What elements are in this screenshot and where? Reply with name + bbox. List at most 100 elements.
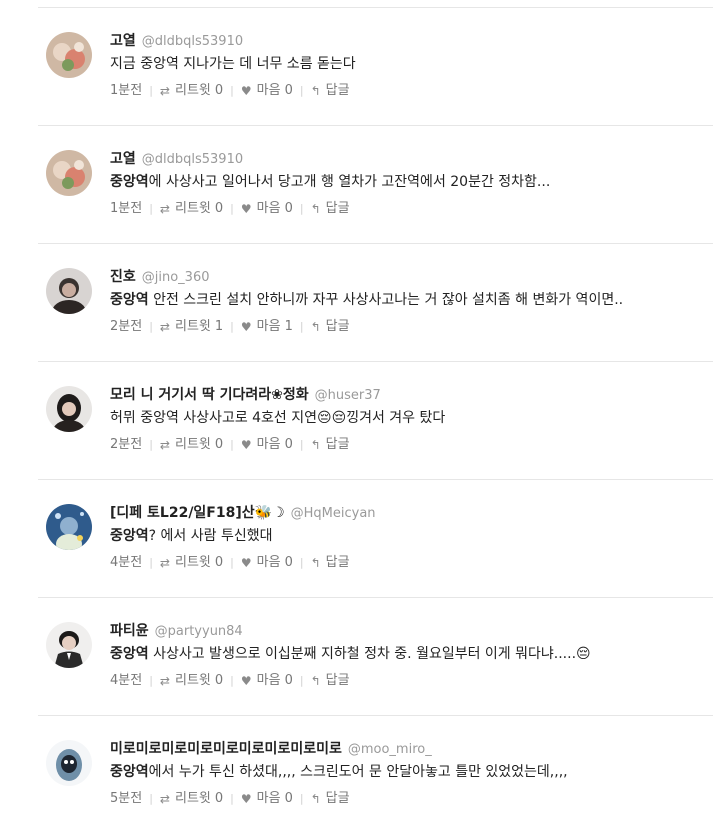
reply-button[interactable]: ↰ 답글 [311, 200, 350, 218]
reply-arrow-icon: ↰ [310, 556, 321, 570]
tweet-actions: 1분전 | ⇄ 리트윗 0 | ♥ 마음 0 | ↰ 답글 [110, 200, 709, 218]
reply-button[interactable]: ↰ 답글 [311, 318, 350, 336]
timestamp[interactable]: 2분전 [110, 318, 142, 336]
like-button[interactable]: ♥ 마음 0 [241, 554, 293, 572]
reply-button[interactable]: ↰ 답글 [311, 554, 350, 572]
like-button[interactable]: ♥ 마음 0 [241, 200, 293, 218]
retweet-icon: ⇄ [159, 556, 170, 570]
tweet-text: 중앙역에서 누가 투신 하셨대,,,, 스크린도어 문 안달아놓고 틀만 있었었… [110, 762, 709, 782]
avatar[interactable] [46, 504, 92, 550]
divider: | [149, 84, 153, 97]
retweet-button[interactable]: ⇄ 리트윗 0 [160, 436, 223, 454]
reply-button[interactable]: ↰ 답글 [311, 790, 350, 808]
retweet-button[interactable]: ⇄ 리트윗 1 [160, 318, 223, 336]
retweet-icon: ⇄ [159, 438, 170, 452]
tweet-text-rest: ? 에서 사람 투신했대 [148, 528, 273, 544]
heart-icon: ♥ [240, 84, 252, 98]
tweet-text-rest: 지금 중앙역 지나가는 데 너무 소름 돋는다 [110, 56, 356, 72]
tweet-feed: 고열 @dldbqls53910 지금 중앙역 지나가는 데 너무 소름 돋는다 … [0, 0, 713, 824]
heart-icon: ♥ [240, 320, 252, 334]
reply-arrow-icon: ↰ [310, 438, 321, 452]
tweet-item: 진호 @jino_360 중앙역 안전 스크린 설치 안하니까 자꾸 사상사고나는… [38, 244, 713, 362]
divider: | [230, 792, 234, 805]
tweet-item: 고열 @dldbqls53910 지금 중앙역 지나가는 데 너무 소름 돋는다 … [38, 8, 713, 126]
divider: | [230, 202, 234, 215]
reply-button[interactable]: ↰ 답글 [311, 672, 350, 690]
divider: | [299, 792, 304, 805]
tweet-actions: 1분전 | ⇄ 리트윗 0 | ♥ 마음 0 | ↰ 답글 [110, 82, 709, 100]
user-handle[interactable]: @jino_360 [142, 270, 210, 285]
user-name[interactable]: 미로미로미로미로미로미로미로미로미로 [110, 741, 342, 757]
retweet-button[interactable]: ⇄ 리트윗 0 [160, 554, 223, 572]
retweet-button[interactable]: ⇄ 리트윗 0 [160, 82, 223, 100]
heart-icon: ♥ [240, 438, 252, 452]
timestamp[interactable]: 4분전 [110, 672, 142, 690]
timestamp[interactable]: 1분전 [110, 82, 142, 100]
reply-arrow-icon: ↰ [310, 674, 321, 688]
divider: | [299, 674, 304, 687]
user-handle[interactable]: @HqMeicyan [291, 506, 376, 521]
divider: | [230, 438, 234, 451]
retweet-button[interactable]: ⇄ 리트윗 0 [160, 200, 223, 218]
avatar[interactable] [46, 740, 92, 786]
avatar[interactable] [46, 386, 92, 432]
timestamp[interactable]: 5분전 [110, 790, 142, 808]
heart-icon: ♥ [240, 674, 252, 688]
like-button[interactable]: ♥ 마음 1 [241, 318, 293, 336]
retweet-button[interactable]: ⇄ 리트윗 0 [160, 790, 223, 808]
user-handle[interactable]: @dldbqls53910 [142, 152, 243, 167]
like-count: 0 [284, 791, 293, 806]
divider: | [299, 84, 304, 97]
like-button[interactable]: ♥ 마음 0 [241, 82, 293, 100]
tweet-actions: 2분전 | ⇄ 리트윗 0 | ♥ 마음 0 | ↰ 답글 [110, 436, 709, 454]
user-name[interactable]: [디페 토L22/일F18]산🐝☽ [110, 505, 285, 521]
like-button[interactable]: ♥ 마음 0 [241, 790, 293, 808]
like-count: 1 [284, 319, 293, 334]
avatar[interactable] [46, 268, 92, 314]
tweet-item: 미로미로미로미로미로미로미로미로미로 @moo_miro_ 중앙역에서 누가 투신… [38, 716, 713, 834]
like-button[interactable]: ♥ 마음 0 [241, 672, 293, 690]
retweet-count: 0 [214, 673, 224, 688]
like-count: 0 [284, 201, 293, 216]
reply-button[interactable]: ↰ 답글 [311, 436, 350, 454]
retweet-icon: ⇄ [159, 320, 170, 334]
divider: | [230, 84, 234, 97]
reply-button[interactable]: ↰ 답글 [311, 82, 350, 100]
avatar[interactable] [46, 150, 92, 196]
retweet-count: 0 [214, 201, 224, 216]
user-handle[interactable]: @moo_miro_ [348, 742, 432, 757]
like-count: 0 [284, 673, 293, 688]
tweet-text: 중앙역 안전 스크린 설치 안하니까 자꾸 사상사고나는 거 잖아 설치좀 해 … [110, 290, 709, 310]
tweet-keyword: 중앙역 [110, 646, 149, 662]
user-name[interactable]: 모리 니 거기서 딱 기다려라❀정화 [110, 387, 309, 403]
divider: | [149, 320, 153, 333]
user-name[interactable]: 고열 [110, 33, 136, 49]
user-handle[interactable]: @dldbqls53910 [142, 34, 243, 49]
retweet-count: 0 [214, 791, 224, 806]
tweet-text: 허뮈 중앙역 사상사고로 4호선 지연😔😔낑겨서 겨우 탔다 [110, 408, 709, 428]
heart-icon: ♥ [240, 792, 252, 806]
tweet-actions: 2분전 | ⇄ 리트윗 1 | ♥ 마음 1 | ↰ 답글 [110, 318, 709, 336]
tweet-text: 지금 중앙역 지나가는 데 너무 소름 돋는다 [110, 54, 709, 74]
timestamp[interactable]: 4분전 [110, 554, 142, 572]
timestamp[interactable]: 1분전 [110, 200, 142, 218]
like-count: 0 [284, 437, 293, 452]
tweet-actions: 5분전 | ⇄ 리트윗 0 | ♥ 마음 0 | ↰ 답글 [110, 790, 709, 808]
user-handle[interactable]: @partyyun84 [155, 624, 243, 639]
user-name[interactable]: 진호 [110, 269, 136, 285]
like-button[interactable]: ♥ 마음 0 [241, 436, 293, 454]
like-count: 0 [284, 83, 293, 98]
reply-arrow-icon: ↰ [310, 320, 321, 334]
avatar[interactable] [46, 622, 92, 668]
retweet-count: 1 [214, 319, 224, 334]
retweet-icon: ⇄ [159, 792, 170, 806]
tweet-text-rest: 에서 누가 투신 하셨대,,,, 스크린도어 문 안달아놓고 틀만 있었었는데,… [148, 764, 568, 780]
timestamp[interactable]: 2분전 [110, 436, 142, 454]
user-handle[interactable]: @huser37 [315, 388, 381, 403]
avatar[interactable] [46, 32, 92, 78]
user-name[interactable]: 고열 [110, 151, 136, 167]
retweet-icon: ⇄ [159, 84, 170, 98]
user-name[interactable]: 파티윤 [110, 623, 149, 639]
retweet-button[interactable]: ⇄ 리트윗 0 [160, 672, 223, 690]
tweet-text-rest: 에 사상사고 일어나서 당고개 행 열차가 고잔역에서 20분간 정차함... [148, 174, 551, 190]
